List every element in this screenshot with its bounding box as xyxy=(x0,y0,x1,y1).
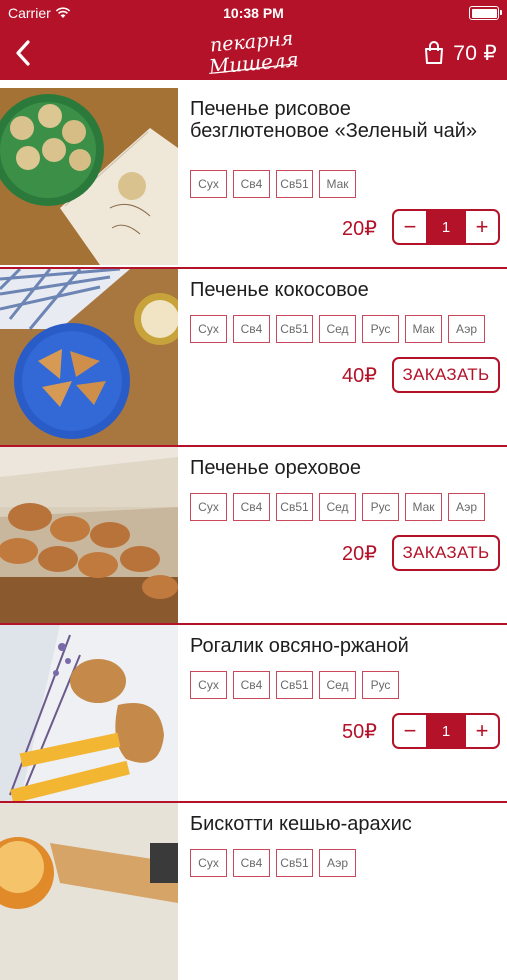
product-tags: Сух Св4 Св51 Аэр xyxy=(190,849,356,877)
product-tags: Сух Св4 Св51 Сед Рус xyxy=(190,671,399,699)
quantity-value: 1 xyxy=(426,715,466,747)
product-list[interactable]: Печенье рисовое безглютеновое «Зеленый ч… xyxy=(0,80,507,980)
product-price: 20₽ xyxy=(342,218,377,240)
tag: Св51 xyxy=(276,849,313,877)
tag: Сед xyxy=(319,493,356,521)
product-title: Печенье кокосовое xyxy=(190,279,369,301)
product-title: Бискотти кешью-арахис xyxy=(190,813,412,835)
product-title: Печенье рисовое безглютеновое «Зеленый ч… xyxy=(190,98,478,142)
product-tags: Сух Св4 Св51 Мак xyxy=(190,170,356,198)
tag: Св51 xyxy=(276,315,313,343)
tag: Сед xyxy=(319,315,356,343)
tag: Св51 xyxy=(276,671,313,699)
tag: Аэр xyxy=(448,315,485,343)
bakery-logo: пекарня Мишеля xyxy=(207,27,300,78)
product-price: 20₽ xyxy=(342,543,377,565)
cart-button[interactable]: 70 ₽ xyxy=(423,38,497,68)
tag: Аэр xyxy=(448,493,485,521)
product-title: Печенье ореховое xyxy=(190,457,361,479)
product-item[interactable]: Рогалик овсяно-ржаной Сух Св4 Св51 Сед Р… xyxy=(0,623,507,802)
increment-button[interactable]: + xyxy=(466,715,498,747)
back-button[interactable] xyxy=(6,34,40,72)
product-item[interactable]: Печенье рисовое безглютеновое «Зеленый ч… xyxy=(0,88,507,267)
decrement-button[interactable]: − xyxy=(394,715,426,747)
cart-total: 70 ₽ xyxy=(453,41,497,65)
tag: Рус xyxy=(362,493,399,521)
tag: Мак xyxy=(405,315,442,343)
tag: Св51 xyxy=(276,170,313,198)
tag: Сед xyxy=(319,671,356,699)
tag: Сух xyxy=(190,170,227,198)
product-price: 50₽ xyxy=(342,721,377,743)
product-tags: Сух Св4 Св51 Сед Рус Мак Аэр xyxy=(190,315,485,343)
tag: Св4 xyxy=(233,493,270,521)
tag: Св4 xyxy=(233,170,270,198)
product-photo xyxy=(0,625,178,802)
nav-bar: пекарня Мишеля 70 ₽ xyxy=(0,26,507,80)
tag: Мак xyxy=(405,493,442,521)
tag: Рус xyxy=(362,671,399,699)
tag: Мак xyxy=(319,170,356,198)
decrement-button[interactable]: − xyxy=(394,211,426,243)
tag: Сух xyxy=(190,671,227,699)
product-price: 40₽ xyxy=(342,365,377,387)
tag: Рус xyxy=(362,315,399,343)
product-item[interactable]: Печенье ореховое Сух Св4 Св51 Сед Рус Ма… xyxy=(0,445,507,624)
product-tags: Сух Св4 Св51 Сед Рус Мак Аэр xyxy=(190,493,485,521)
shopping-bag-icon xyxy=(425,41,444,64)
product-item[interactable]: Бискотти кешью-арахис Сух Св4 Св51 Аэр xyxy=(0,801,507,980)
clock: 10:38 PM xyxy=(223,5,284,21)
tag: Аэр xyxy=(319,849,356,877)
chevron-left-icon xyxy=(16,40,30,66)
tag: Св4 xyxy=(233,671,270,699)
product-item[interactable]: Печенье кокосовое Сух Св4 Св51 Сед Рус М… xyxy=(0,267,507,446)
tag: Сух xyxy=(190,493,227,521)
order-button[interactable]: ЗАКАЗАТЬ xyxy=(392,357,500,393)
tag: Сух xyxy=(190,849,227,877)
product-title: Рогалик овсяно-ржаной xyxy=(190,635,409,657)
tag: Св51 xyxy=(276,493,313,521)
order-button[interactable]: ЗАКАЗАТЬ xyxy=(392,535,500,571)
tag: Св4 xyxy=(233,315,270,343)
quantity-value: 1 xyxy=(426,211,466,243)
status-bar: Carrier 10:38 PM xyxy=(0,0,507,26)
product-photo xyxy=(0,803,178,980)
increment-button[interactable]: + xyxy=(466,211,498,243)
product-photo xyxy=(0,447,178,624)
quantity-stepper[interactable]: − 1 + xyxy=(392,713,500,749)
product-photo xyxy=(0,88,178,265)
quantity-stepper[interactable]: − 1 + xyxy=(392,209,500,245)
tag: Св4 xyxy=(233,849,270,877)
battery-icon xyxy=(469,6,502,20)
tag: Сух xyxy=(190,315,227,343)
product-photo xyxy=(0,269,178,446)
